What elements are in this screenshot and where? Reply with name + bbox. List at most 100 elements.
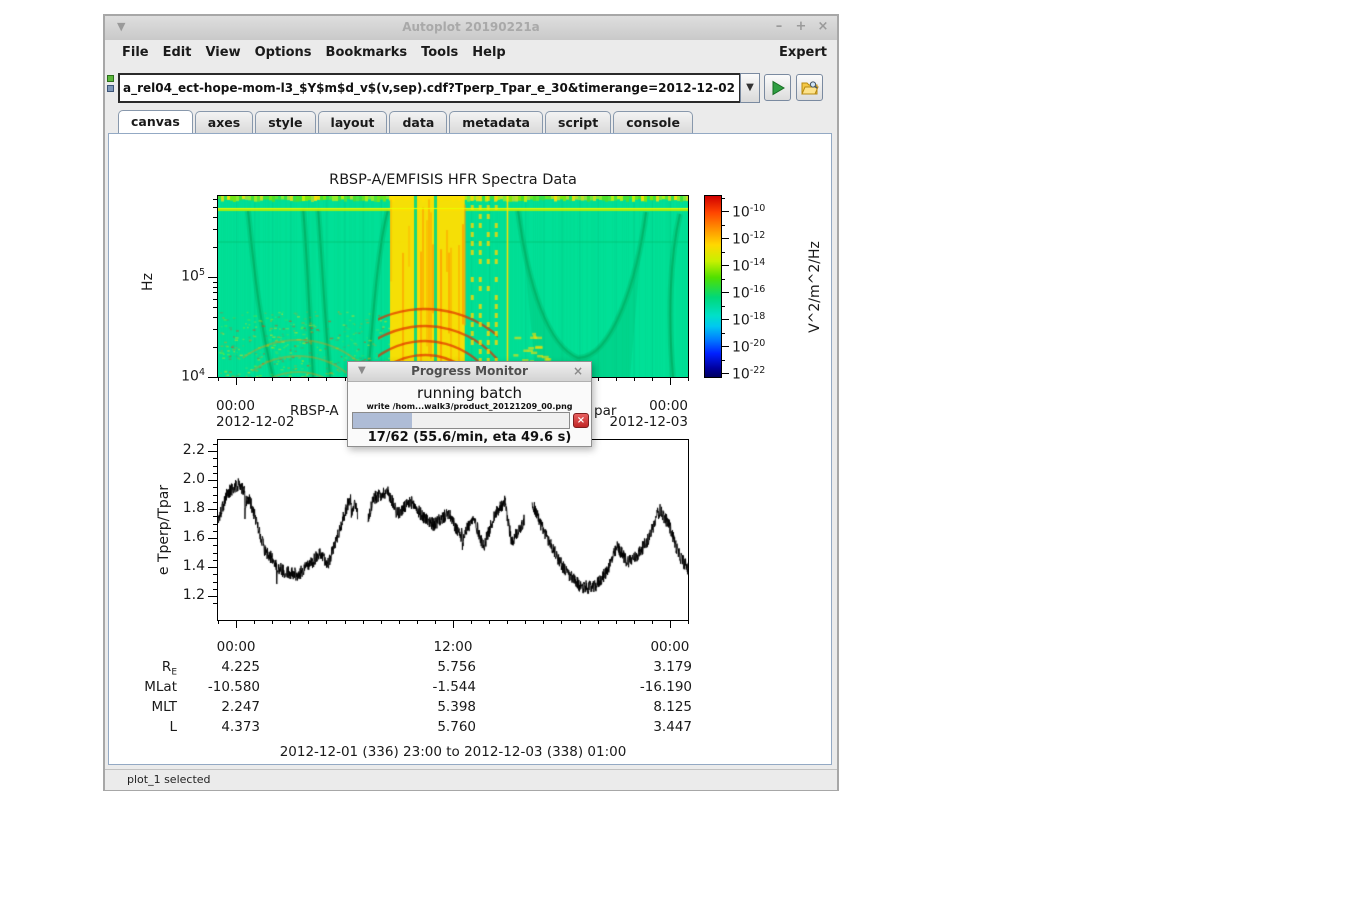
spectrogram-plot[interactable] [217,195,689,378]
line-xtick [634,620,635,624]
tab-style[interactable]: style [255,111,315,133]
line-xtick [670,620,671,628]
spec-xtick [254,377,255,381]
line-ytick-minor [213,589,218,590]
progress-bar [352,412,570,429]
line-xtick [598,620,599,624]
timeseries-plot[interactable] [217,439,689,621]
line-ytick-minor [213,545,218,546]
go-plot-button[interactable] [764,74,791,101]
menu-help[interactable]: Help [465,43,512,62]
colorbar-tick [721,265,729,266]
title-bar[interactable]: ▼ Autoplot 20190221a – + × [105,16,837,41]
spec-ytick-minor [213,347,218,348]
line-ytick-minor [213,553,218,554]
uri-input[interactable]: a_rel04_ect-hope-mom-l3_$Y$m$d_v$(v,sep)… [118,73,740,103]
dialog-title-bar[interactable]: ▼ Progress Monitor × [348,362,591,382]
tab-script[interactable]: script [545,111,611,133]
progress-status-label: 17/62 (55.6/min, eta 49.6 s) [348,430,591,445]
line-ytick-minor [213,516,218,517]
line-ytick-label: 1.8 [163,500,205,516]
spec-ytick-minor [213,229,218,230]
tab-console[interactable]: console [613,111,693,133]
line-ytick-major [208,596,218,597]
menu-options[interactable]: Options [248,43,319,62]
line-ytick-minor [213,466,218,467]
tab-axes[interactable]: axes [195,111,253,133]
xlabel-left-time: 00:00 [216,398,294,414]
line-xtick [652,620,653,624]
inspect-file-button[interactable] [796,74,823,101]
line-xtick [525,620,526,624]
ephemeris-value: 5.760 [381,719,476,735]
open-folder-icon [801,80,819,96]
tab-canvas[interactable]: canvas [118,110,193,133]
progress-bar-fill [353,413,412,428]
ephemeris-value: -1.544 [381,679,476,695]
spectrogram-image[interactable] [218,196,688,377]
spec-xtick [290,377,291,381]
tab-data[interactable]: data [389,111,447,133]
line-xtick [290,620,291,624]
progress-monitor-dialog[interactable]: ▼ Progress Monitor × running batch write… [347,361,592,447]
colorbar-tick [721,211,729,212]
spec-xtick [272,377,273,381]
spec-ytick-minor [213,217,218,218]
colorbar-tick [721,346,729,347]
colorbar-tick-label: 10-20 [732,338,765,356]
spec-ytick-minor [213,247,218,248]
spec-ytick-minor [213,292,218,293]
timeseries-line[interactable] [218,440,688,620]
line-xtick [363,620,364,624]
uri-dropdown-button[interactable]: ▼ [740,73,760,103]
minimize-button[interactable]: – [769,19,789,34]
colorbar-tick [721,198,725,199]
line-ytick-major [208,480,218,481]
maximize-button[interactable]: + [791,19,811,34]
close-button[interactable]: × [813,19,833,34]
spec-xtick [598,377,599,381]
colorbar-tick-label: 10-10 [732,203,765,221]
menu-bookmarks[interactable]: Bookmarks [319,43,415,62]
spec-ytick-major [208,277,218,278]
colorbar-label: V^2/m^2/Hz [807,241,823,333]
tab-layout[interactable]: layout [318,111,388,133]
colorbar-tick-label: 10-22 [732,365,765,383]
menu-bar: FileEditViewOptionsBookmarksToolsHelp Ex… [105,40,837,64]
line-xtick [507,620,508,624]
tab-metadata[interactable]: metadata [449,111,543,133]
menu-file[interactable]: File [115,43,156,62]
expert-label[interactable]: Expert [779,45,827,60]
stop-x-icon: × [577,415,585,426]
datasource-green-indicator-icon [107,75,114,82]
line-xtick [417,620,418,624]
menu-edit[interactable]: Edit [156,43,199,62]
ephemeris-value: 4.373 [165,719,260,735]
menu-view[interactable]: View [198,43,247,62]
spec-ytick-minor [213,299,218,300]
colorbar-tick [721,292,729,293]
colorbar-tick [721,225,725,226]
menu-tools[interactable]: Tools [414,43,465,62]
status-message: plot_1 selected [127,773,211,786]
colorbar-tick-label: 10-18 [732,311,765,329]
colorbar-tick [721,238,729,239]
spectrogram-ylabel: Hz [140,273,156,291]
line-ytick-label: 2.0 [163,471,205,487]
line-ytick-label: 1.2 [163,587,205,603]
line-xtick [381,620,382,624]
line-ytick-minor [213,582,218,583]
spec-ytick-minor [213,329,218,330]
spec-xtick [634,377,635,381]
line-ytick-minor [213,603,218,604]
line-ytick-major [208,538,218,539]
plot-canvas[interactable]: RBSP-A/EMFISIS HFR Spectra Data Hz V^2/m… [108,133,832,765]
spec-ytick-label: 104 [163,367,205,385]
line-xtick [254,620,255,624]
spec-xtick [236,377,237,385]
stop-button[interactable]: × [573,413,589,428]
colorbar-tick [721,373,729,374]
line-xtick-label: 00:00 [191,639,281,655]
dialog-close-icon[interactable]: × [573,364,583,378]
spec-xtick [670,377,671,385]
